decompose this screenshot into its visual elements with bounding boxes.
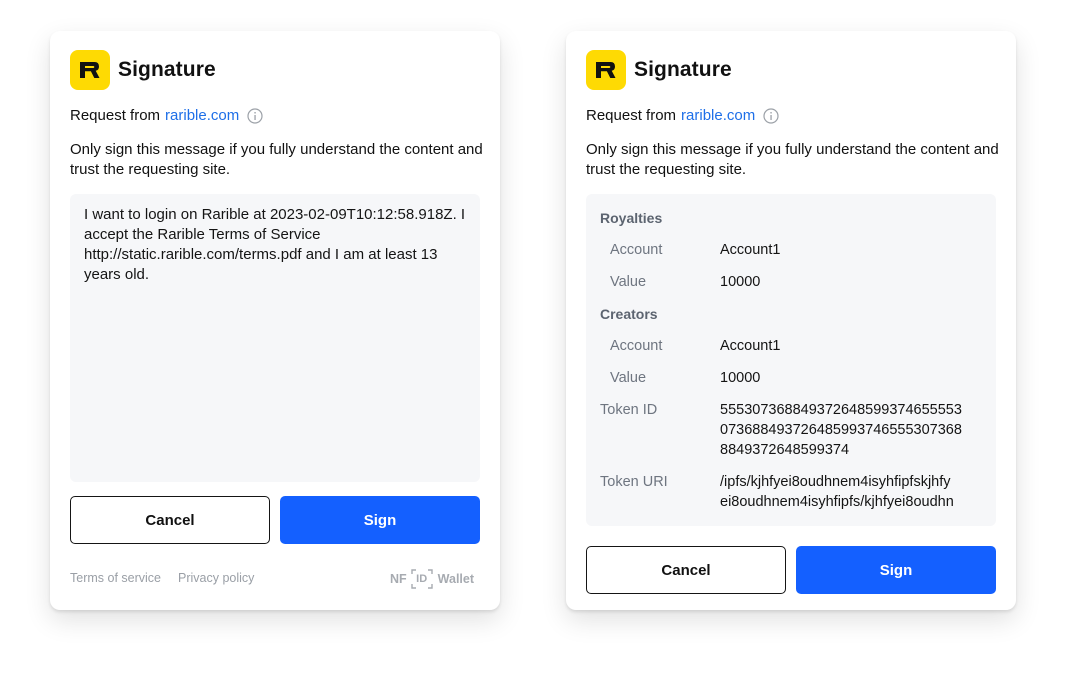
rarible-logo-icon [586,50,626,90]
request-site-link[interactable]: rarible.com [681,107,755,124]
privacy-policy-link[interactable]: Privacy policy [178,571,254,585]
sign-button[interactable]: Sign [796,546,996,594]
warning-text: Only sign this message if you fully unde… [586,141,999,178]
dialog-header: Signature [586,50,732,90]
token-uri-label: Token URI [600,474,668,490]
cancel-button[interactable]: Cancel [586,546,786,594]
dialog-title: Signature [118,58,216,81]
creators-value-value: 10000 [720,370,761,386]
token-id-value: 555307368849372648599374655553 073688493… [720,400,962,460]
creators-account-label: Account [610,338,663,354]
dialog-header: Signature [70,50,216,90]
sign-button[interactable]: Sign [280,496,480,544]
request-origin: Request from rarible.com [586,107,779,124]
creators-account-value: Account1 [720,338,781,354]
brand-wallet: Wallet [437,572,475,586]
cancel-button[interactable]: Cancel [70,496,270,544]
token-uri-value: /ipfs/kjhfyei8oudhnem4isyhfipfskjhfy ei8… [720,472,954,512]
brand-nf: NF [390,572,407,586]
message-content: I want to login on Rarible at 2023-02-09… [70,194,480,482]
request-site-link[interactable]: rarible.com [165,107,239,124]
token-uri-line: /ipfs/kjhfyei8oudhnem4isyhfipfskjhfy [720,474,951,490]
royalties-title: Royalties [600,210,663,226]
royalties-account-value: Account1 [720,242,781,258]
brand-id-frame: ID [410,569,433,589]
creators-value-label: Value [610,370,647,386]
dialog-title: Signature [634,58,732,81]
token-uri-line: ei8oudhnem4isyhfipfs/kjhfyei8oudhn [720,494,954,510]
request-origin: Request from rarible.com [70,107,263,124]
signature-dialog-right: Signature Request from rarible.com Only … [566,31,1016,610]
typed-data-details: Royalties Account Account1 Value 10000 C… [586,194,996,526]
terms-of-service-link[interactable]: Terms of service [70,571,161,585]
warning-text: Only sign this message if you fully unde… [70,141,483,178]
token-id-line: 8849372648599374 [720,442,850,458]
brand-id: ID [416,573,428,585]
token-id-label: Token ID [600,402,658,418]
creators-title: Creators [600,306,658,322]
token-id-line: 073688493726485993746555307368 [720,422,962,438]
rarible-logo-icon [70,50,110,90]
token-id-line: 555307368849372648599374655553 [720,402,962,418]
signature-dialog-left: Signature Request from rarible.com Only … [50,31,500,610]
royalties-value-label: Value [610,274,647,290]
request-prefix: Request from [70,107,161,124]
royalties-account-label: Account [610,242,663,258]
info-icon[interactable] [763,107,779,124]
nfid-wallet-logo: NF ID Wallet [390,568,474,590]
royalties-value-value: 10000 [720,274,761,290]
request-prefix: Request from [586,107,677,124]
info-icon[interactable] [247,107,263,124]
